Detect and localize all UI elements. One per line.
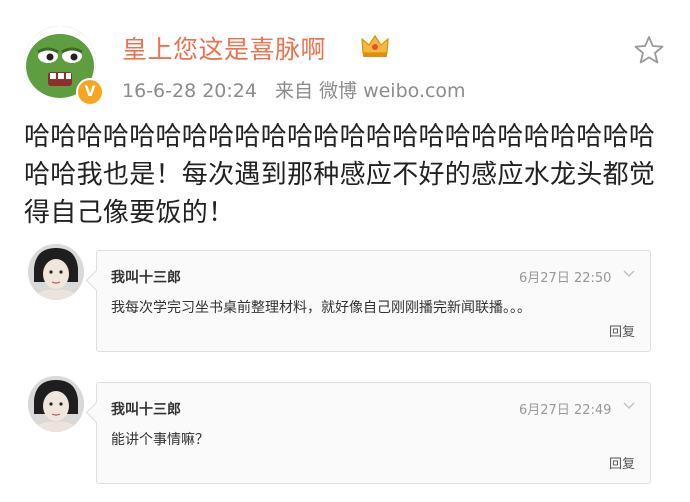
comment-avatar[interactable] <box>28 244 84 300</box>
favorite-star-icon[interactable] <box>633 34 665 66</box>
commenter-photo-image <box>28 244 84 300</box>
vip-badge-icon: V <box>76 78 104 106</box>
chevron-down-icon[interactable] <box>623 401 635 411</box>
reply-button[interactable]: 回复 <box>609 321 635 340</box>
comment-avatar[interactable] <box>28 376 84 432</box>
reply-button[interactable]: 回复 <box>609 453 635 472</box>
post-source[interactable]: 来自 微博 weibo.com <box>275 80 466 102</box>
post-meta: 16-6-28 20:24 来自 微博 weibo.com <box>122 76 478 103</box>
commenter-photo-image <box>28 376 84 432</box>
comment-card: 我叫十三郎 6月27日 22:50 我每次学完习坐书桌前整理材料，就好像自己刚刚… <box>96 250 651 352</box>
comment-time: 6月27日 22:49 <box>519 403 612 418</box>
post-text: 哈哈哈哈哈哈哈哈哈哈哈哈哈哈哈哈哈哈哈哈哈哈哈哈哈哈我也是！每次遇到那种感应不好… <box>24 122 656 228</box>
crown-icon <box>361 34 389 57</box>
comment-text: 能讲个事情嘛？ <box>111 432 209 448</box>
comment-username[interactable]: 我叫十三郎 <box>111 267 181 287</box>
comment-text: 我每次学完习坐书桌前整理材料，就好像自己刚刚播完新闻联播。。。 <box>111 300 531 316</box>
comment-card: 我叫十三郎 6月27日 22:49 能讲个事情嘛？ 回复 <box>96 382 651 484</box>
comment-time: 6月27日 22:50 <box>519 271 612 286</box>
comment-username[interactable]: 我叫十三郎 <box>111 399 181 419</box>
post-date: 16-6-28 20:24 <box>122 80 257 102</box>
chevron-down-icon[interactable] <box>623 269 635 279</box>
post-username[interactable]: 皇上您这是喜脉啊 <box>122 30 326 66</box>
